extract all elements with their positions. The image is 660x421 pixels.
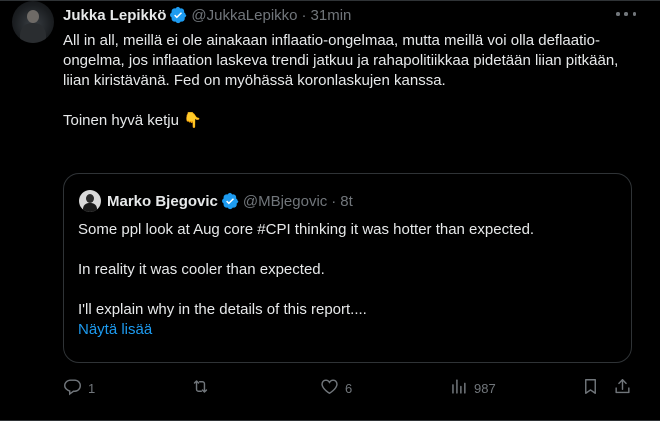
quoted-author-handle: @MBjegovic <box>242 192 328 210</box>
like-button[interactable]: 6 <box>320 377 352 399</box>
bookmark-button[interactable] <box>581 377 600 399</box>
like-count: 6 <box>345 380 353 396</box>
quoted-author-name: Marko Bjegovic <box>107 192 218 210</box>
tweet-time[interactable]: 31min <box>311 7 352 24</box>
avatar-head <box>27 10 39 23</box>
tweet-header: Jukka Lepikkö @JukkaLepikko · 31min <box>63 5 351 25</box>
avatar-body <box>83 203 97 212</box>
action-bar: 1 6 987 <box>63 377 633 399</box>
author-handle[interactable]: @JukkaLepikko <box>191 7 297 24</box>
avatar-head <box>86 194 94 203</box>
tweet-text: All in all, meillä ei ole ainakaan infla… <box>63 31 623 131</box>
more-dot <box>632 12 636 16</box>
more-icon[interactable] <box>616 6 636 22</box>
share-icon <box>613 377 632 399</box>
views-chart-icon <box>449 377 468 399</box>
quoted-author-avatar <box>79 190 101 212</box>
retweet-icon <box>191 377 210 399</box>
reply-count: 1 <box>88 380 96 396</box>
reply-button[interactable]: 1 <box>63 377 95 399</box>
author-name[interactable]: Jukka Lepikkö <box>63 7 166 24</box>
tweet-paragraph: Toinen hyvä ketju 👇 <box>63 112 202 129</box>
quoted-header: Marko Bjegovic @MBjegovic · 8t <box>107 191 353 211</box>
quoted-tweet[interactable]: Marko Bjegovic @MBjegovic · 8t Some ppl … <box>63 173 632 363</box>
more-dot <box>616 12 620 16</box>
show-more-link[interactable]: Näytä lisää <box>78 320 618 340</box>
views-count: 987 <box>474 380 496 396</box>
tweet[interactable]: Jukka Lepikkö @JukkaLepikko · 31min All … <box>0 0 660 421</box>
header-separator: · <box>301 6 307 24</box>
more-dot <box>624 12 628 16</box>
header-separator: · <box>331 192 337 210</box>
verified-badge-icon <box>169 6 187 24</box>
verified-badge-icon <box>221 192 239 210</box>
quoted-line: Some ppl look at Aug core #CPI thinking … <box>78 221 535 238</box>
share-button[interactable] <box>613 377 632 399</box>
reply-icon <box>63 377 82 399</box>
quoted-line: I'll explain why in the details of this … <box>78 301 367 318</box>
retweet-button[interactable] <box>191 377 216 399</box>
views-button[interactable]: 987 <box>449 377 496 399</box>
author-avatar[interactable] <box>12 1 54 43</box>
quoted-line: In reality it was cooler than expected. <box>78 261 325 278</box>
avatar-body <box>20 23 46 43</box>
tweet-paragraph: All in all, meillä ei ole ainakaan infla… <box>63 32 619 89</box>
quoted-text: Some ppl look at Aug core #CPI thinking … <box>78 220 618 340</box>
quoted-time: 8t <box>340 192 353 210</box>
heart-icon <box>320 377 339 399</box>
bookmark-icon <box>581 377 600 399</box>
